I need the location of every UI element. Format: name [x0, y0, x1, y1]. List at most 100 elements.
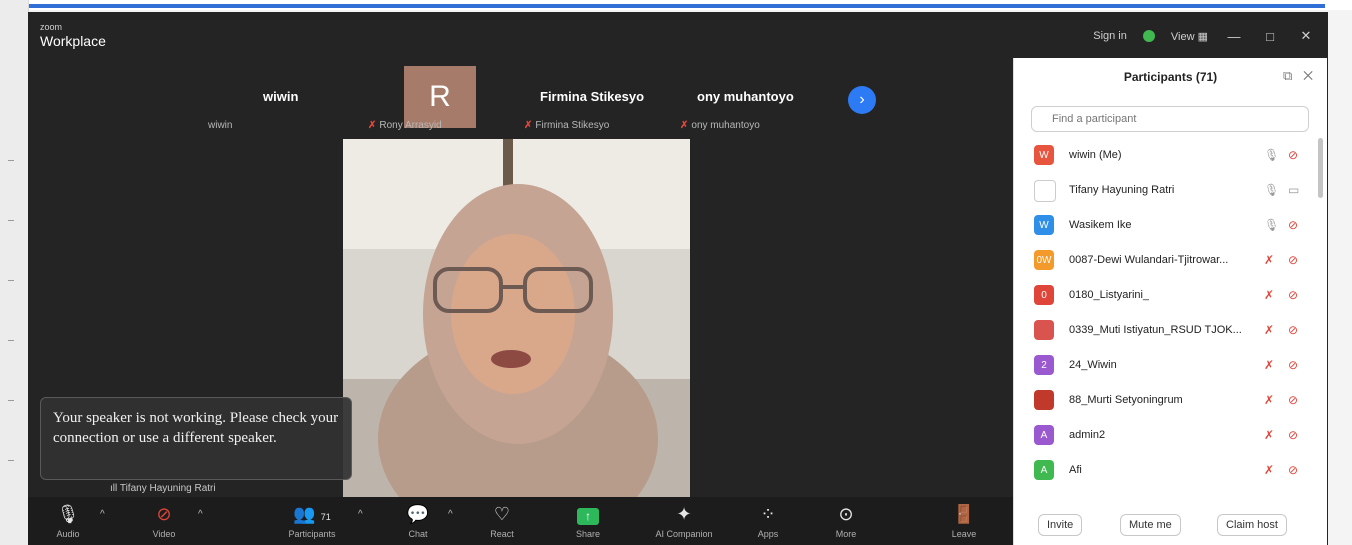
- zoom-logo-small: zoom: [40, 22, 63, 32]
- claim-host-button[interactable]: Claim host: [1217, 514, 1287, 536]
- muted-mic-icon[interactable]: ✗: [1264, 288, 1274, 302]
- video-off-icon[interactable]: ⊘: [1288, 393, 1298, 407]
- tile-label-ony: ✗ ony muhantoyo: [680, 120, 760, 131]
- more-dots-icon: ⊙: [838, 504, 854, 524]
- video-off-icon[interactable]: ⊘: [1288, 323, 1298, 337]
- video-off-icon[interactable]: ⊘: [1288, 428, 1298, 442]
- participant-row[interactable]: 0W 0087-Dewi Wulandari-Tjitrowar... ✗ ⊘: [1014, 243, 1317, 278]
- video-off-icon[interactable]: ⊘: [1288, 253, 1298, 267]
- ruler-tick: [8, 460, 14, 461]
- window-controls: Sign in View ▦ — □ ✕: [1093, 28, 1316, 44]
- participant-avatar: 2: [1034, 355, 1054, 375]
- participants-icon: 👥 71: [293, 504, 331, 524]
- leave-button[interactable]: 🚪 Leave: [932, 501, 996, 539]
- share-label: Share: [575, 529, 601, 539]
- mic-icon[interactable]: 🎙: [1264, 218, 1279, 232]
- mute-me-button[interactable]: Mute me: [1120, 514, 1181, 536]
- popout-icon[interactable]: ⧉: [1283, 68, 1292, 83]
- maximize-button[interactable]: □: [1260, 29, 1280, 44]
- video-off-icon[interactable]: ⊘: [1288, 463, 1298, 477]
- app-title: Workplace: [40, 33, 106, 49]
- participant-row[interactable]: 0339_Muti Istiyatun_RSUD TJOK... ✗ ⊘: [1014, 313, 1317, 348]
- participant-list-scrollbar[interactable]: [1318, 138, 1323, 198]
- browser-top-strip: [0, 0, 1352, 10]
- zoom-meeting-window: zoom Workplace Sign in View ▦ — □ ✕ wiwi…: [28, 12, 1328, 545]
- participant-name: admin2: [1069, 429, 1106, 441]
- chat-bubble-icon: 💬: [406, 504, 430, 524]
- view-menu[interactable]: View ▦: [1171, 30, 1208, 43]
- video-off-icon[interactable]: ⊘: [1288, 148, 1298, 162]
- participant-search-input[interactable]: [1031, 106, 1309, 132]
- microphone-icon: 🎙: [56, 504, 80, 524]
- avatar-tile-rony[interactable]: R: [404, 66, 476, 128]
- close-panel-icon[interactable]: ✕: [1303, 68, 1313, 83]
- participant-row[interactable]: 2 24_Wiwin ✗ ⊘: [1014, 348, 1317, 383]
- react-button[interactable]: ♡ React: [470, 501, 534, 539]
- video-on-icon[interactable]: ▭: [1288, 183, 1299, 197]
- participants-options-chevron-icon[interactable]: ^: [358, 509, 363, 520]
- participant-row[interactable]: A Afi ✗ ⊘: [1014, 453, 1317, 488]
- panel-header-icons: ⧉ ✕: [1283, 68, 1313, 84]
- video-options-chevron-icon[interactable]: ^: [198, 509, 203, 520]
- audio-button[interactable]: 🎙 Audio: [36, 501, 100, 539]
- minimize-button[interactable]: —: [1224, 29, 1244, 44]
- apps-label: Apps: [757, 529, 779, 539]
- title-bar: zoom Workplace Sign in View ▦ — □ ✕: [28, 12, 1328, 56]
- ai-companion-button[interactable]: ✦ AI Companion: [638, 501, 730, 539]
- chat-button[interactable]: 💬 Chat: [386, 501, 450, 539]
- view-label: View: [1170, 30, 1195, 43]
- participants-label: Participants: [288, 529, 336, 539]
- active-speaker-name: ıll Tifany Hayuning Ratri: [110, 483, 216, 494]
- close-button[interactable]: ✕: [1296, 28, 1316, 44]
- participant-avatar: 0: [1034, 285, 1054, 305]
- mic-icon[interactable]: 🎙: [1264, 148, 1279, 162]
- participant-avatar: [1034, 320, 1054, 340]
- mic-icon[interactable]: 🎙: [1264, 183, 1279, 197]
- react-label: React: [490, 529, 514, 539]
- muted-mic-icon: ✗: [524, 120, 533, 131]
- participant-name: Wasikem Ike: [1069, 219, 1132, 231]
- muted-mic-icon[interactable]: ✗: [1264, 393, 1274, 407]
- speaker-warning-toast[interactable]: Your speaker is not working. Please chec…: [40, 397, 352, 480]
- participant-row[interactable]: Aadmin2 ✗ ⊘: [1014, 418, 1317, 453]
- participant-row[interactable]: Tifany Hayuning Ratri 🎙 ▭: [1014, 173, 1317, 208]
- more-button[interactable]: ⊙ More: [814, 501, 878, 539]
- video-off-icon[interactable]: ⊘: [1288, 288, 1298, 302]
- ruler-tick: [8, 340, 14, 341]
- video-button[interactable]: ⊘ Video: [132, 501, 196, 539]
- chat-label: Chat: [408, 529, 428, 539]
- tile-label-wiwin: wiwin: [208, 120, 233, 131]
- sign-in-link[interactable]: Sign in: [1093, 30, 1127, 42]
- muted-mic-icon[interactable]: ✗: [1264, 323, 1274, 337]
- ai-companion-label: AI Companion: [655, 529, 713, 539]
- chat-options-chevron-icon[interactable]: ^: [448, 509, 453, 520]
- share-button[interactable]: ↑ Share: [556, 501, 620, 539]
- ruler-tick: [8, 220, 14, 221]
- participant-name: 0339_Muti Istiyatun_RSUD TJOK...: [1069, 324, 1242, 336]
- muted-mic-icon[interactable]: ✗: [1264, 253, 1274, 267]
- leave-label: Leave: [951, 529, 977, 539]
- participants-button[interactable]: 👥 71 Participants: [276, 501, 348, 539]
- video-off-icon[interactable]: ⊘: [1288, 218, 1298, 232]
- security-shield-icon[interactable]: [1142, 30, 1155, 42]
- active-speaker-label: Tifany Hayuning Ratri: [119, 483, 216, 494]
- participant-row[interactable]: 88_Murti Setyoningrum ✗ ⊘: [1014, 383, 1317, 418]
- participant-list: Wwiwin (Me) 🎙 ⊘ Tifany Hayuning Ratri 🎙 ▭ W Was…: [1014, 138, 1317, 490]
- muted-mic-icon[interactable]: ✗: [1264, 358, 1274, 372]
- tile-label-text: ony muhantoyo: [691, 120, 760, 131]
- active-speaker-video: [343, 139, 690, 497]
- muted-mic-icon[interactable]: ✗: [1264, 428, 1274, 442]
- audio-options-chevron-icon[interactable]: ^: [100, 509, 105, 520]
- meeting-toolbar: 🎙 Audio ^ ⊘ Video ^ 👥 71 Participants ^ …: [28, 497, 1013, 545]
- participant-row[interactable]: Wwiwin (Me) 🎙 ⊘: [1014, 138, 1317, 173]
- participant-name: 0180_Listyarini_: [1069, 289, 1150, 301]
- apps-button[interactable]: ⁘ Apps: [736, 501, 800, 539]
- next-page-button[interactable]: ›: [848, 86, 876, 114]
- participant-row[interactable]: W Wasikem Ike 🎙 ⊘: [1014, 208, 1317, 243]
- video-off-icon[interactable]: ⊘: [1288, 358, 1298, 372]
- invite-button[interactable]: Invite: [1038, 514, 1083, 536]
- audio-label: Audio: [56, 529, 80, 539]
- ruler-tick: [8, 160, 14, 161]
- muted-mic-icon[interactable]: ✗: [1264, 463, 1274, 477]
- participant-row[interactable]: 0 0180_Listyarini_ ✗ ⊘: [1014, 278, 1317, 313]
